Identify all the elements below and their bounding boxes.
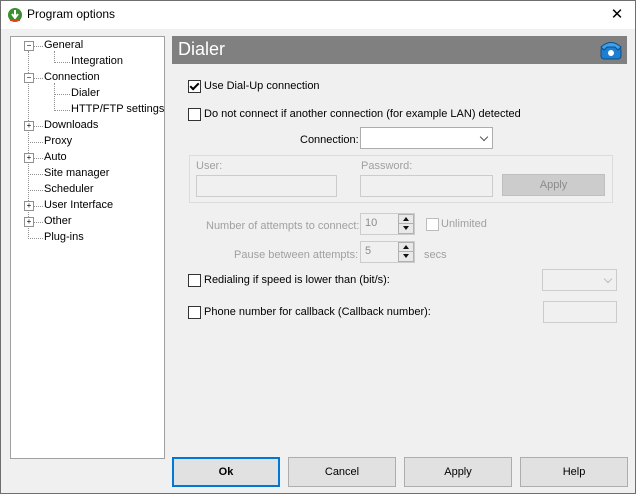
- telephone-icon: [600, 42, 622, 60]
- tree-line: [34, 46, 43, 47]
- tree-line: [28, 190, 43, 191]
- expander-downloads[interactable]: +: [24, 121, 34, 131]
- tree-item-proxy[interactable]: Proxy: [44, 135, 72, 147]
- expander-connection[interactable]: −: [24, 73, 34, 83]
- user-label: User:: [196, 160, 223, 172]
- tree-item-auto[interactable]: Auto: [44, 151, 67, 163]
- attempts-label: Number of attempts to connect:: [206, 220, 360, 232]
- tree-item-site-manager[interactable]: Site manager: [44, 167, 109, 179]
- user-input[interactable]: [196, 175, 337, 197]
- pause-value: 5: [365, 245, 372, 257]
- program-options-window: Program options ✕ − General Integration …: [0, 0, 636, 494]
- unlimited-label[interactable]: Unlimited: [441, 218, 487, 230]
- pause-unit: secs: [424, 249, 447, 261]
- help-button[interactable]: Help: [520, 457, 628, 487]
- window-title: Program options: [27, 7, 116, 21]
- apply-credentials-button[interactable]: Apply: [502, 174, 605, 196]
- tree-item-general[interactable]: General: [44, 39, 83, 51]
- expander-other[interactable]: +: [24, 217, 34, 227]
- chevron-down-icon: [603, 274, 613, 284]
- tree-line: [28, 174, 43, 175]
- tree-line: [54, 62, 70, 63]
- tree-line: [34, 78, 43, 79]
- tree-item-connection[interactable]: Connection: [44, 71, 100, 83]
- no-connect-checkbox[interactable]: [188, 108, 201, 121]
- callback-number-input[interactable]: [543, 301, 617, 323]
- pause-spinner[interactable]: 5: [360, 241, 415, 263]
- connection-select[interactable]: [360, 127, 493, 149]
- attempts-value: 10: [365, 217, 378, 229]
- spin-down-icon[interactable]: [398, 223, 414, 234]
- tree-item-user-interface[interactable]: User Interface: [44, 199, 113, 211]
- expander-auto[interactable]: +: [24, 153, 34, 163]
- tree-line: [28, 142, 43, 143]
- apply-button[interactable]: Apply: [404, 457, 512, 487]
- tree-line: [54, 110, 70, 111]
- expander-user-interface[interactable]: +: [24, 201, 34, 211]
- tree-line: [28, 238, 43, 239]
- ok-button[interactable]: Ok: [172, 457, 280, 487]
- credentials-group: User: Password: Apply: [189, 155, 613, 203]
- tree-line: [54, 83, 55, 111]
- chevron-down-icon: [479, 132, 489, 142]
- tree-item-scheduler[interactable]: Scheduler: [44, 183, 94, 195]
- options-tree[interactable]: − General Integration − Connection Diale…: [10, 36, 165, 459]
- close-button[interactable]: ✕: [599, 1, 635, 29]
- spin-down-icon[interactable]: [398, 251, 414, 262]
- tree-item-plug-ins[interactable]: Plug-ins: [44, 231, 84, 243]
- callback-checkbox[interactable]: [188, 306, 201, 319]
- tree-item-dialer[interactable]: Dialer: [71, 87, 100, 99]
- password-input[interactable]: [360, 175, 493, 197]
- connection-label: Connection:: [300, 134, 359, 146]
- unlimited-checkbox[interactable]: [426, 218, 439, 231]
- tree-item-downloads[interactable]: Downloads: [44, 119, 98, 131]
- redial-checkbox[interactable]: [188, 274, 201, 287]
- panel-header: Dialer: [172, 36, 627, 64]
- redial-speed-select[interactable]: [542, 269, 617, 291]
- password-label: Password:: [361, 160, 413, 172]
- tree-item-other[interactable]: Other: [44, 215, 72, 227]
- callback-label[interactable]: Phone number for callback (Callback numb…: [204, 306, 431, 318]
- use-dialup-label[interactable]: Use Dial-Up connection: [204, 80, 320, 92]
- panel-title: Dialer: [178, 39, 226, 59]
- pause-label: Pause between attempts:: [234, 249, 359, 261]
- tree-item-http-ftp-settings[interactable]: HTTP/FTP settings: [71, 103, 164, 115]
- tree-line: [34, 158, 43, 159]
- tree-line: [34, 126, 43, 127]
- tree-item-integration[interactable]: Integration: [71, 55, 123, 67]
- attempts-spinner[interactable]: 10: [360, 213, 415, 235]
- no-connect-label[interactable]: Do not connect if another connection (fo…: [204, 108, 521, 120]
- tree-line: [54, 94, 70, 95]
- expander-general[interactable]: −: [24, 41, 34, 51]
- tree-line: [34, 206, 43, 207]
- title-bar: Program options ✕: [1, 1, 635, 29]
- use-dialup-checkbox[interactable]: [188, 80, 201, 93]
- app-icon: [8, 8, 22, 22]
- redial-label[interactable]: Redialing if speed is lower than (bit/s)…: [204, 274, 390, 286]
- tree-line: [34, 222, 43, 223]
- cancel-button[interactable]: Cancel: [288, 457, 396, 487]
